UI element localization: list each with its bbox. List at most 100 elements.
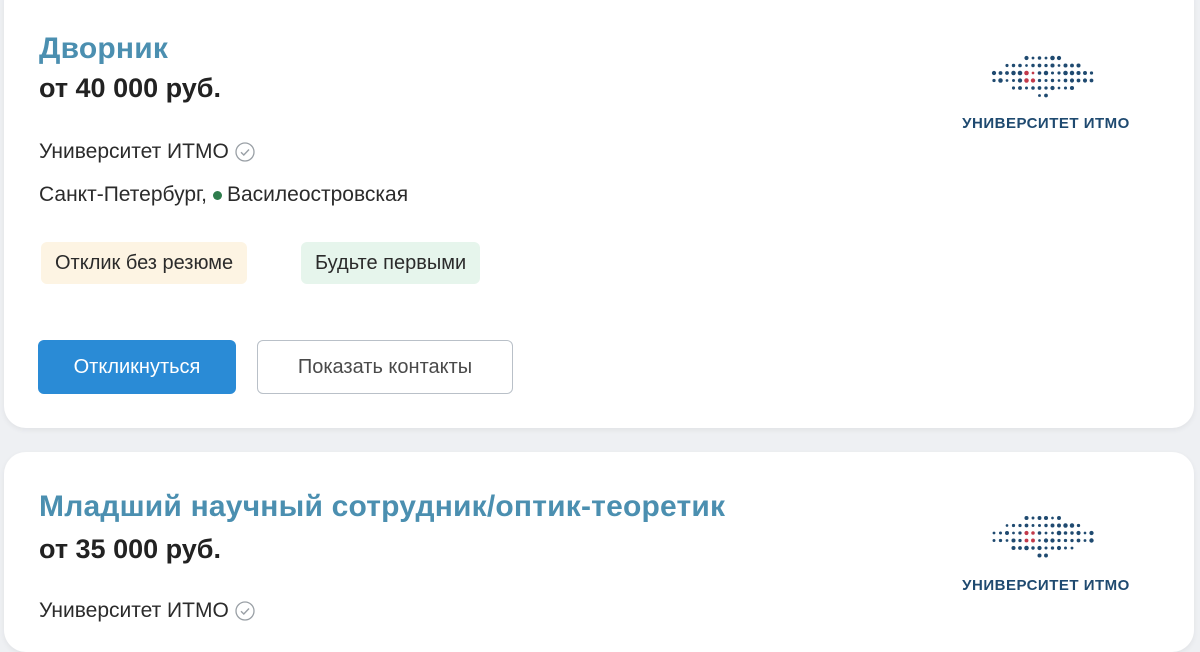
logo-dot [1024, 546, 1029, 551]
logo-dot [1032, 524, 1035, 527]
logo-dot [1077, 539, 1081, 543]
logo-dot [1018, 64, 1022, 68]
logo-dot [1051, 524, 1055, 528]
logo-dot [999, 531, 1002, 534]
logo-dot [993, 532, 996, 535]
logo-dot [1006, 79, 1009, 82]
logo-dot [1025, 539, 1029, 543]
logo-dot [1057, 516, 1061, 520]
logo-dot [1024, 531, 1028, 535]
logo-dot [1005, 71, 1009, 75]
vacancy-title[interactable]: Младший научный сотрудник/оптик-теоретик [39, 490, 725, 524]
logo-dot [1012, 79, 1015, 82]
company-name[interactable]: Университет ИТМО [39, 599, 229, 623]
logo-dot [1018, 531, 1021, 534]
logo-dot [1037, 546, 1041, 550]
check-circle-icon [235, 601, 255, 621]
company-logo[interactable]: УНИВЕРСИТЕТ ИТМО [946, 50, 1146, 150]
logo-dot [1076, 71, 1080, 75]
vacancy-card[interactable]: Младший научный сотрудник/оптик-теоретик… [4, 452, 1194, 652]
logo-dot [992, 79, 995, 82]
logo-text: УНИВЕРСИТЕТ ИТМО [946, 577, 1146, 594]
logo-dot [1070, 78, 1074, 82]
vacancy-salary: от 40 000 руб. [39, 73, 221, 104]
logo-dot [1050, 63, 1054, 67]
logo-dot [1011, 546, 1015, 550]
logo-dot [1006, 539, 1009, 542]
respond-button[interactable]: Откликнуться [38, 340, 236, 394]
logo-dot [1044, 546, 1047, 549]
logo-dot [1050, 86, 1054, 90]
logo-dot [1090, 79, 1094, 83]
logo-dot [1057, 539, 1060, 542]
check-circle-icon [235, 142, 255, 162]
vacancy-card[interactable]: Дворник от 40 000 руб. Университет ИТМО … [4, 0, 1194, 428]
logo-dot [993, 539, 996, 542]
logo-dot [1057, 546, 1061, 550]
city: Санкт-Петербург, [39, 183, 207, 207]
vacancy-title[interactable]: Дворник [39, 32, 168, 66]
logo-dot [1051, 71, 1054, 74]
logo-dot [1038, 516, 1042, 520]
logo-dot [1077, 79, 1081, 83]
logo-dot [1037, 553, 1041, 557]
logo-dot [1044, 524, 1047, 527]
company-name-row[interactable]: Университет ИТМО [39, 599, 255, 623]
logo-dot [1064, 539, 1067, 542]
logo-dot [1031, 78, 1035, 82]
logo-dot [1063, 71, 1068, 76]
logo-dot [1025, 87, 1028, 90]
logo-dot [1045, 532, 1048, 535]
logo-dot [1058, 64, 1061, 67]
logo-dot [1032, 57, 1035, 60]
logo-dot [1083, 78, 1087, 82]
metro-station: Василеостровская [227, 183, 408, 207]
logo-dot [1031, 86, 1035, 90]
logo-dot [1038, 64, 1042, 68]
logo-dot [1090, 71, 1093, 74]
logo-dot [1051, 517, 1054, 520]
logo-dot [1084, 539, 1087, 542]
logo-text: УНИВЕРСИТЕТ ИТМО [946, 115, 1146, 132]
logo-dot [1006, 524, 1009, 527]
logo-dot [1063, 523, 1067, 527]
logo-dot [1057, 524, 1061, 528]
logo-dot [1032, 72, 1035, 75]
logo-dot [1038, 56, 1042, 60]
logo-dot [1064, 86, 1067, 89]
logo-dot [1025, 524, 1029, 528]
logo-dot [1011, 71, 1015, 75]
logo-dot [999, 71, 1003, 75]
logo-dot [1025, 64, 1028, 67]
logo-dot [1070, 523, 1074, 527]
logo-dot [1070, 64, 1074, 68]
logo-dot [1038, 524, 1041, 527]
company-logo[interactable]: УНИВЕРСИТЕТ ИТМО [946, 510, 1146, 610]
logo-dot [1024, 71, 1029, 76]
logo-dot [1038, 539, 1041, 542]
company-name-row[interactable]: Университет ИТМО [39, 140, 255, 164]
location-row: Санкт-Петербург, Василеостровская [39, 183, 408, 207]
logo-dot [1044, 79, 1047, 82]
company-name[interactable]: Университет ИТМО [39, 140, 229, 164]
logo-dot [1044, 538, 1048, 542]
metro-dot-icon [213, 191, 222, 200]
logo-dot [1011, 538, 1015, 542]
tag-be-first: Будьте первыми [301, 242, 480, 284]
logo-dot [1032, 517, 1035, 520]
logo-dot [1051, 546, 1054, 549]
logo-dot [1051, 79, 1054, 82]
logo-dot [1089, 531, 1093, 535]
logo-dot [1064, 547, 1067, 550]
logo-dot [1024, 516, 1028, 520]
itmo-logo-icon [946, 510, 1146, 570]
logo-dot [1044, 86, 1047, 89]
itmo-logo-icon [946, 50, 1146, 110]
show-contacts-button[interactable]: Показать контакты [257, 340, 513, 394]
logo-dot [1024, 56, 1028, 60]
logo-dot [1012, 86, 1015, 89]
logo-dot [1018, 524, 1021, 527]
logo-dot [1063, 63, 1067, 67]
logo-dot [1038, 94, 1041, 97]
logo-dot [1038, 71, 1042, 75]
